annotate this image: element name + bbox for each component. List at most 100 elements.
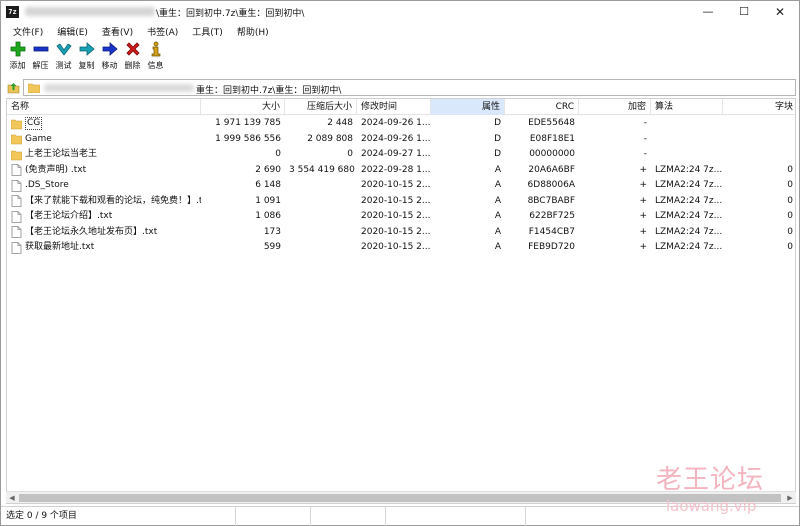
cell-modified: 2024-09-26 1... [361,133,431,144]
minus-icon [32,40,50,58]
cell-packed: 3 554 419 680 [289,164,355,175]
cell-block: 0 [787,226,793,237]
table-row[interactable]: 【老王论坛介绍】.txt 1 086 2020-10-15 2... A 622BF72… [7,209,795,224]
menu-file[interactable]: 文件(F) [9,23,47,39]
plus-icon [9,40,27,58]
cell-method: LZMA2:24 7z... [655,164,723,175]
maximize-button[interactable]: ☐ [727,1,761,23]
cell-modified: 2024-09-26 1... [361,118,431,128]
item-name: (免责声明) .txt [25,164,87,175]
cell-modified: 2020-10-15 2... [361,195,431,206]
col-block[interactable]: 字块 [723,99,795,115]
cell-attr: A [494,242,501,252]
watermark-url: laowang.vip [666,497,757,515]
scroll-left-icon[interactable]: ◀ [6,492,18,504]
list-header: 名称 大小 压缩后大小 修改时间 属性 CRC 加密 算法 字块 [7,99,795,115]
cell-method: LZMA2:24 7z... [655,180,723,190]
cell-modified: 2022-09-28 1... [361,164,431,175]
test-button[interactable]: 测试 [52,40,75,74]
cell-name: 【来了就能下载和观看的论坛，纯免费！】.txt [7,194,201,209]
copy-button[interactable]: 复制 [75,40,98,74]
test-label: 测试 [55,61,72,70]
cell-method: LZMA2:24 7z... [655,226,723,237]
col-name[interactable]: 名称 [7,99,201,115]
info-label: 信息 [147,61,164,70]
cell-enc: + [639,195,647,206]
cell-crc: F1454CB7 [528,226,575,237]
cell-enc: - [643,118,647,128]
menu-view[interactable]: 查看(V) [98,23,137,39]
info-icon [147,40,165,58]
cell-packed: 2 448 [327,118,353,128]
cell-size: 173 [263,226,281,237]
table-row[interactable]: (免责声明) .txt 2 690 3 554 419 680 2022-09-28 … [7,163,795,178]
col-encrypted[interactable]: 加密 [579,99,651,115]
cell-size: 2 690 [255,164,281,175]
table-row[interactable]: .DS_Store 6 148 2020-10-15 2... A 6D88006A + L… [7,178,795,193]
watermark-logo: 老王论坛 [656,465,765,495]
file-icon [11,210,22,223]
folder-icon [10,149,23,161]
move-button[interactable]: 移动 [98,40,121,74]
item-name: 获取最新地址.txt [25,242,95,252]
cell-size: 1 091 [255,195,281,206]
item-name: 上老王论坛当老王 [25,149,98,159]
file-list[interactable]: 名称 大小 压缩后大小 修改时间 属性 CRC 加密 算法 字块 CG 1 971… [6,98,796,504]
folder-icon [10,118,23,130]
scroll-right-icon[interactable]: ▶ [784,492,796,504]
cell-method: LZMA2:24 7z... [655,211,723,221]
col-packed[interactable]: 压缩后大小 [285,99,357,115]
menu-bar: 文件(F) 编辑(E) 查看(V) 书签(A) 工具(T) 帮助(H) [1,23,799,39]
cell-method [651,132,723,147]
cell-name: 获取最新地址.txt [7,240,201,255]
minimize-button[interactable]: — [691,1,725,23]
menu-bookmarks[interactable]: 书签(A) [143,23,182,39]
col-size[interactable]: 大小 [201,99,285,115]
info-button[interactable]: 信息 [144,40,167,74]
cell-packed [285,178,357,193]
delete-x-icon [124,40,142,58]
folder-up-icon[interactable] [6,81,20,95]
table-row[interactable]: Game 1 999 586 556 2 089 808 2024-09-26 1..… [7,132,795,147]
menu-tools[interactable]: 工具(T) [188,23,227,39]
title-redacted [25,7,155,16]
col-crc[interactable]: CRC [505,99,579,115]
extract-button[interactable]: 解压 [29,40,52,74]
cell-crc: 6D88006A [527,180,575,190]
col-method[interactable]: 算法 [651,99,723,115]
close-button[interactable]: ✕ [763,1,797,23]
cell-block: 0 [787,195,793,206]
cell-attr: A [494,226,501,237]
file-icon [11,226,22,238]
cell-block [723,116,795,131]
menu-help[interactable]: 帮助(H) [233,23,273,39]
cell-enc: + [639,211,647,221]
cell-enc: - [643,149,647,159]
cell-packed: 2 089 808 [307,133,353,144]
path-input[interactable]: 重生：回到初中.7z\重生：回到初中\ [23,79,796,96]
col-attributes[interactable]: 属性 [431,99,505,115]
status-segment-4 [386,507,526,526]
cell-block: 0 [787,242,793,252]
col-modified[interactable]: 修改时间 [357,99,431,115]
cell-crc: 00000000 [529,149,575,159]
cell-size: 1 086 [255,211,281,221]
add-button[interactable]: 添加 [6,40,29,74]
menu-edit[interactable]: 编辑(E) [53,23,92,39]
status-selection: 选定 0 / 9 个项目 [1,507,236,526]
cell-name: 【老王论坛介绍】.txt [7,209,201,224]
cell-name: Game [7,132,201,147]
cell-enc: + [639,242,647,252]
table-row[interactable]: 【来了就能下载和观看的论坛，纯免费！】.txt 1 091 2020-10-15 2… [7,194,795,209]
delete-button[interactable]: 删除 [121,40,144,74]
cell-name: 【老王论坛永久地址发布页】.txt [7,225,201,240]
table-row[interactable]: 【老王论坛永久地址发布页】.txt 173 2020-10-15 2... A F145… [7,225,795,240]
table-row[interactable]: 获取最新地址.txt 599 2020-10-15 2... A FEB9D720 + LZ… [7,240,795,255]
cell-name: CG [7,116,201,131]
cell-enc: + [639,164,647,175]
table-row[interactable]: CG 1 971 139 785 2 448 2024-09-26 1... D EDE5… [7,116,795,131]
table-row[interactable]: 上老王论坛当老王 0 0 2024-09-27 1... D 00000000 - [7,147,795,162]
status-segment-2 [236,507,311,526]
item-name: .DS_Store [25,180,69,190]
item-name: 【老王论坛永久地址发布页】.txt [25,226,158,237]
